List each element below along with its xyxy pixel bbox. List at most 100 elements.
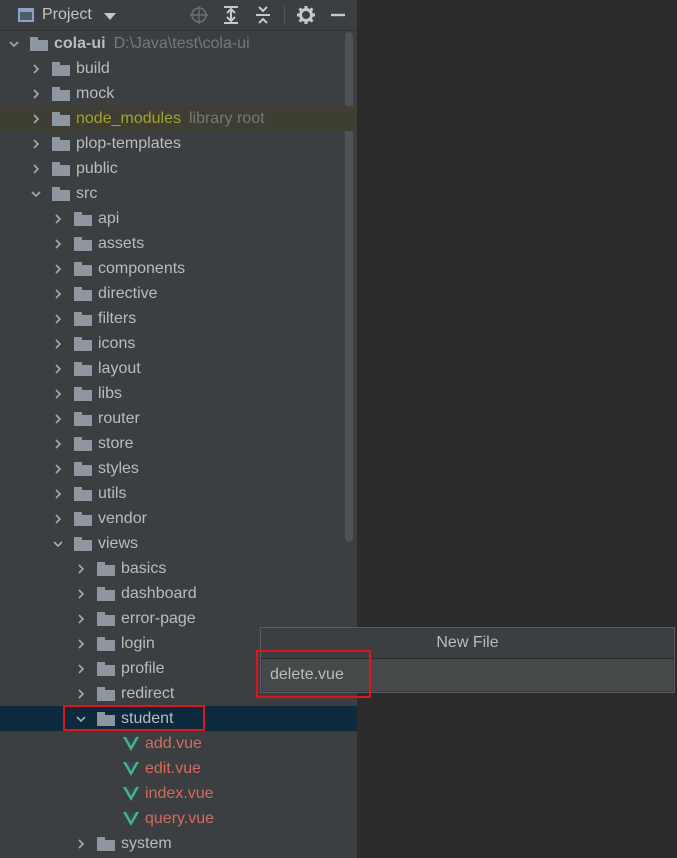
tree-item-system[interactable]: system xyxy=(0,831,357,856)
tree-item-vendor[interactable]: vendor xyxy=(0,506,357,531)
tree-item-label: filters xyxy=(98,309,137,327)
locate-icon[interactable] xyxy=(188,4,210,26)
tree-item-directive[interactable]: directive xyxy=(0,281,357,306)
folder-icon xyxy=(97,836,115,851)
tree-item-dashboard[interactable]: dashboard xyxy=(0,581,357,606)
minimize-icon[interactable] xyxy=(327,4,349,26)
chevron-right-icon[interactable] xyxy=(52,213,64,225)
chevron-right-icon[interactable] xyxy=(52,338,64,350)
chevron-right-icon[interactable] xyxy=(52,288,64,300)
chevron-right-icon[interactable] xyxy=(52,313,64,325)
tree-item-label: public xyxy=(76,159,118,177)
chevron-right-icon[interactable] xyxy=(30,163,42,175)
folder-icon xyxy=(74,236,92,251)
tree-item-assets[interactable]: assets xyxy=(0,231,357,256)
tree-item-plop-templates[interactable]: plop-templates xyxy=(0,131,357,156)
tree-item-icons[interactable]: icons xyxy=(0,331,357,356)
tree-item-label: router xyxy=(98,409,140,427)
chevron-right-icon[interactable] xyxy=(30,113,42,125)
tree-item-label: views xyxy=(98,534,139,552)
tree-item-label: assets xyxy=(98,234,145,252)
tree-item-mock[interactable]: mock xyxy=(0,81,357,106)
tree-item-build[interactable]: build xyxy=(0,56,357,81)
tree-item-label: utils xyxy=(98,484,127,502)
gear-icon[interactable] xyxy=(295,4,317,26)
folder-icon xyxy=(74,411,92,426)
tree-file-query-vue[interactable]: query.vue xyxy=(0,806,357,831)
tree-item-label: mock xyxy=(76,84,115,102)
folder-icon xyxy=(97,611,115,626)
chevron-right-icon[interactable] xyxy=(52,438,64,450)
chevron-right-icon[interactable] xyxy=(75,663,87,675)
highlight-box-student xyxy=(63,705,205,731)
chevron-right-icon[interactable] xyxy=(52,488,64,500)
expand-all-icon[interactable] xyxy=(220,4,242,26)
chevron-right-icon[interactable] xyxy=(30,88,42,100)
tree-item-label: vendor xyxy=(98,509,147,527)
chevron-right-icon[interactable] xyxy=(52,238,64,250)
chevron-right-icon[interactable] xyxy=(30,63,42,75)
tree-item-label: login xyxy=(121,634,155,652)
tree-item-label: edit.vue xyxy=(145,759,202,777)
folder-icon xyxy=(74,336,92,351)
tree-item-router[interactable]: router xyxy=(0,406,357,431)
chevron-down-icon[interactable] xyxy=(30,188,42,200)
folder-icon xyxy=(74,361,92,376)
chevron-down-icon[interactable] xyxy=(8,38,20,50)
chevron-right-icon[interactable] xyxy=(52,263,64,275)
tree-item-store[interactable]: store xyxy=(0,431,357,456)
tree-item-basics[interactable]: basics xyxy=(0,556,357,581)
tree-item-label: profile xyxy=(121,659,165,677)
tree-item-styles[interactable]: styles xyxy=(0,456,357,481)
chevron-right-icon[interactable] xyxy=(75,688,87,700)
folder-icon xyxy=(52,186,70,201)
folder-icon xyxy=(74,386,92,401)
tree-item-views[interactable]: views xyxy=(0,531,357,556)
tree-item-libs[interactable]: libs xyxy=(0,381,357,406)
chevron-right-icon[interactable] xyxy=(52,388,64,400)
tree-item-layout[interactable]: layout xyxy=(0,356,357,381)
folder-icon xyxy=(74,511,92,526)
tree-item-api[interactable]: api xyxy=(0,206,357,231)
chevron-right-icon[interactable] xyxy=(30,138,42,150)
tree-item-label: node_modules xyxy=(76,109,181,127)
tree-item-src[interactable]: src xyxy=(0,181,357,206)
tree-item-filters[interactable]: filters xyxy=(0,306,357,331)
folder-icon xyxy=(52,161,70,176)
tree-item-utils[interactable]: utils xyxy=(0,481,357,506)
chevron-right-icon[interactable] xyxy=(75,638,87,650)
tree-item-label: basics xyxy=(121,559,167,577)
tree-root-cola-ui[interactable]: cola-ui D:\Java\test\cola-ui xyxy=(0,31,357,56)
folder-icon xyxy=(74,286,92,301)
folder-icon xyxy=(52,111,70,126)
folder-icon xyxy=(74,261,92,276)
tree-item-label: index.vue xyxy=(145,784,214,802)
chevron-right-icon[interactable] xyxy=(52,363,64,375)
tree-file-edit-vue[interactable]: edit.vue xyxy=(0,756,357,781)
chevron-right-icon[interactable] xyxy=(75,838,87,850)
tree-item-public[interactable]: public xyxy=(0,156,357,181)
collapse-all-icon[interactable] xyxy=(252,4,274,26)
folder-icon xyxy=(74,536,92,551)
tree-item-node-modules[interactable]: node_modules library root xyxy=(0,106,357,131)
vue-icon xyxy=(123,786,139,801)
chevron-down-icon[interactable] xyxy=(103,12,116,20)
chevron-right-icon[interactable] xyxy=(75,563,87,575)
tree-item-label: query.vue xyxy=(145,809,215,827)
chevron-right-icon[interactable] xyxy=(75,588,87,600)
folder-icon xyxy=(30,36,48,51)
chevron-right-icon[interactable] xyxy=(52,513,64,525)
chevron-right-icon[interactable] xyxy=(52,463,64,475)
tree-file-add-vue[interactable]: add.vue xyxy=(0,731,357,756)
chevron-right-icon[interactable] xyxy=(75,613,87,625)
tree-item-label: icons xyxy=(98,334,136,352)
tree-item-label: components xyxy=(98,259,186,277)
project-view-selector[interactable]: Project xyxy=(18,5,116,25)
folder-icon xyxy=(74,461,92,476)
tree-item-components[interactable]: components xyxy=(0,256,357,281)
chevron-down-icon[interactable] xyxy=(52,538,64,550)
tree-file-index-vue[interactable]: index.vue xyxy=(0,781,357,806)
folder-icon xyxy=(97,661,115,676)
project-view-label: Project xyxy=(42,6,92,23)
chevron-right-icon[interactable] xyxy=(52,413,64,425)
